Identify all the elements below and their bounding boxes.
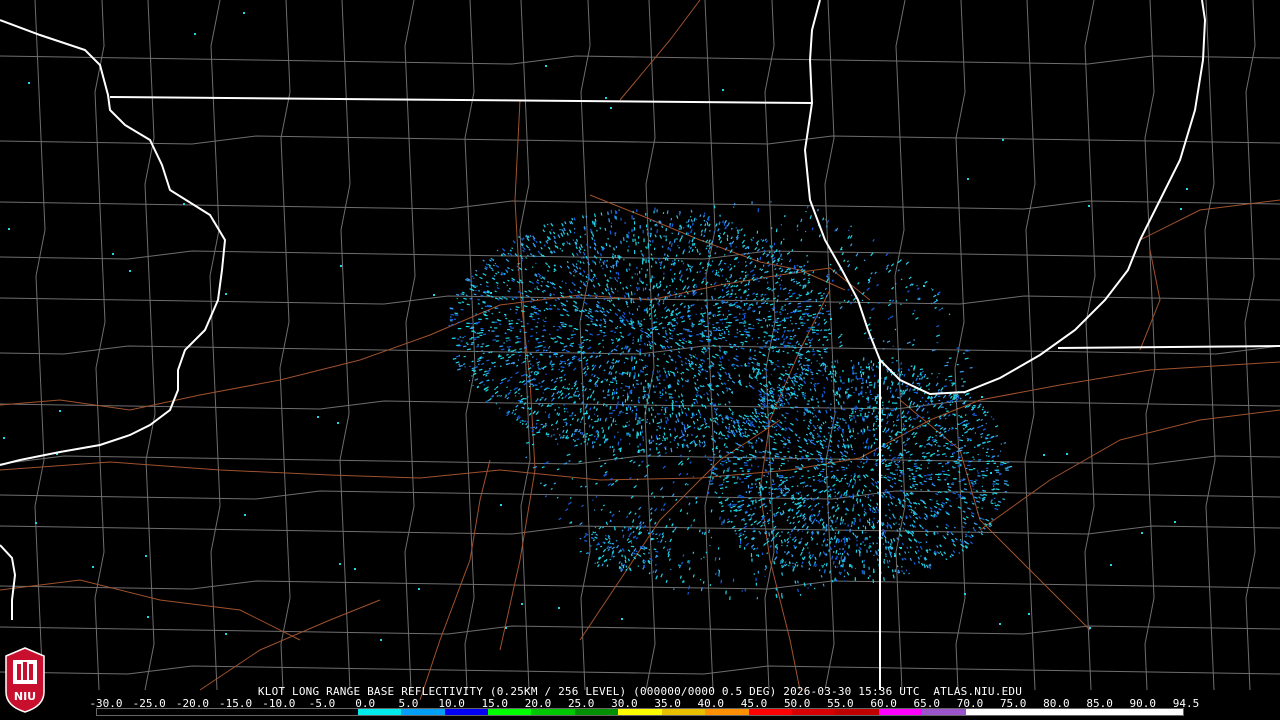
colorbar-segment (878, 709, 923, 715)
county-boundary (0, 250, 1280, 260)
scale-labels: -30.0 -25.0 -20.0 -15.0 -10.0 -5.0 0.0 5.0 10.0 1… (89, 697, 1199, 710)
colorbar-segment (1096, 709, 1140, 715)
colorbar-segment (618, 709, 662, 715)
colorbar-segment (531, 709, 575, 715)
county-boundary (824, 0, 836, 691)
reflectivity-echoes (3, 12, 1188, 641)
highway (579, 419, 781, 641)
highway (199, 599, 381, 691)
colorbar-segment (1052, 709, 1097, 715)
reflectivity-colorbar (96, 708, 1184, 716)
state-border (803, 0, 1207, 396)
county-boundary (954, 0, 966, 691)
colorbar-segment (965, 709, 1010, 715)
county-boundary (894, 0, 906, 691)
county-boundary (464, 0, 476, 691)
county-boundary (0, 580, 1280, 590)
colorbar-segment (314, 709, 358, 715)
county-boundary (94, 0, 106, 691)
state-border (109, 96, 813, 104)
colorbar-segment (227, 709, 271, 715)
colorbar-segment (97, 709, 141, 715)
colorbar-segment (661, 709, 706, 715)
colorbar-segment (792, 709, 836, 715)
colorbar-segment (922, 709, 966, 715)
highway (619, 0, 701, 101)
county-boundary (279, 0, 291, 691)
state-border (0, 544, 17, 620)
niu-logo: NIU (5, 647, 45, 713)
county-boundary (0, 55, 1280, 65)
colorbar-segment (270, 709, 315, 715)
county-boundary (0, 490, 1280, 500)
state-border (1057, 345, 1280, 349)
colorbar-segment (357, 709, 402, 715)
county-boundary (0, 665, 1280, 675)
highway (499, 99, 536, 651)
county-boundary (0, 455, 1280, 465)
colorbar-segment (705, 709, 749, 715)
colorbar-segment (183, 709, 228, 715)
colorbar-segment (748, 709, 792, 715)
state-border (0, 19, 227, 466)
colorbar-segment (140, 709, 184, 715)
county-boundary (519, 0, 531, 691)
colorbar-segment (835, 709, 879, 715)
radar-map[interactable] (0, 0, 1280, 720)
colorbar-segment (401, 709, 445, 715)
county-boundary (0, 135, 1280, 145)
highway (1139, 249, 1161, 351)
colorbar-segment (574, 709, 619, 715)
county-boundary (144, 0, 156, 691)
county-boundary (404, 0, 416, 691)
county-boundary (1024, 0, 1036, 691)
colorbar-segment (487, 709, 532, 715)
colorbar-segment (1009, 709, 1053, 715)
highway (419, 459, 491, 701)
colorbar-segment (444, 709, 488, 715)
colorbar-segment (1139, 709, 1183, 715)
county-boundary (1084, 0, 1096, 691)
county-boundary (0, 400, 1280, 410)
radar-viewer: NIU KLOT LONG RANGE BASE REFLECTIVITY (0… (0, 0, 1280, 720)
county-boundary (1244, 0, 1256, 691)
county-boundary (339, 0, 351, 691)
highway (899, 399, 1091, 631)
